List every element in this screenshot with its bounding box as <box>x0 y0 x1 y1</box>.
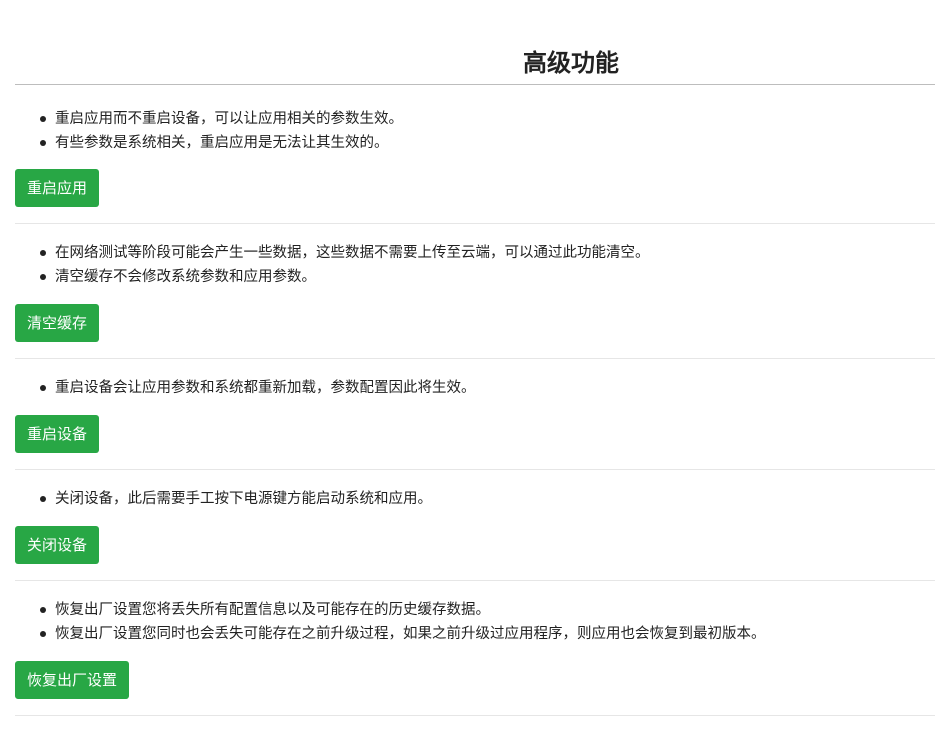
note-text: 重启应用而不重启设备，可以让应用相关的参数生效。 <box>55 111 403 127</box>
note-text: 清空缓存不会修改系统参数和应用参数。 <box>55 269 316 285</box>
note-text: 有些参数是系统相关，重启应用是无法让其生效的。 <box>55 135 389 151</box>
note-text: 关闭设备，此后需要手工按下电源键方能启动系统和应用。 <box>55 491 432 507</box>
bullet-icon <box>40 116 46 122</box>
bullet-icon <box>40 496 46 502</box>
note-text: 恢复出厂设置您同时也会丢失可能存在之前升级过程，如果之前升级过应用程序，则应用也… <box>55 626 766 642</box>
section-restart-app: 重启应用而不重启设备，可以让应用相关的参数生效。 有些参数是系统相关，重启应用是… <box>15 85 935 224</box>
section-shutdown-device: 关闭设备，此后需要手工按下电源键方能启动系统和应用。 关闭设备 <box>15 470 935 581</box>
shutdown-device-button[interactable]: 关闭设备 <box>15 526 100 564</box>
bullet-icon <box>40 250 46 256</box>
note-text: 在网络测试等阶段可能会产生一些数据，这些数据不需要上传至云端，可以通过此功能清空… <box>55 245 650 261</box>
list-item: 清空缓存不会修改系统参数和应用参数。 <box>39 265 650 289</box>
note-text: 恢复出厂设置您将丢失所有配置信息以及可能存在的历史缓存数据。 <box>55 602 490 618</box>
section-restart-app-notes: 重启应用而不重启设备，可以让应用相关的参数生效。 有些参数是系统相关，重启应用是… <box>39 107 403 155</box>
note-text: 重启设备会让应用参数和系统都重新加载，参数配置因此将生效。 <box>55 380 476 396</box>
bullet-icon <box>40 631 46 637</box>
bullet-icon <box>40 140 46 146</box>
section-shutdown-device-notes: 关闭设备，此后需要手工按下电源键方能启动系统和应用。 <box>39 487 432 511</box>
advanced-functions-page: 高级功能 重启应用而不重启设备，可以让应用相关的参数生效。 有些参数是系统相关，… <box>0 0 935 747</box>
bullet-icon <box>40 607 46 613</box>
restart-device-button[interactable]: 重启设备 <box>15 415 100 453</box>
list-item: 恢复出厂设置您将丢失所有配置信息以及可能存在的历史缓存数据。 <box>39 598 766 622</box>
list-item: 重启设备会让应用参数和系统都重新加载，参数配置因此将生效。 <box>39 376 476 400</box>
section-factory-reset-notes: 恢复出厂设置您将丢失所有配置信息以及可能存在的历史缓存数据。 恢复出厂设置您同时… <box>39 598 766 646</box>
list-item: 恢复出厂设置您同时也会丢失可能存在之前升级过程，如果之前升级过应用程序，则应用也… <box>39 622 766 646</box>
page-title: 高级功能 <box>523 49 619 77</box>
bullet-icon <box>40 385 46 391</box>
page-header: 高级功能 <box>15 0 935 85</box>
list-item: 重启应用而不重启设备，可以让应用相关的参数生效。 <box>39 107 403 131</box>
section-restart-device-notes: 重启设备会让应用参数和系统都重新加载，参数配置因此将生效。 <box>39 376 476 400</box>
factory-reset-button[interactable]: 恢复出厂设置 <box>15 661 130 699</box>
section-clear-cache-notes: 在网络测试等阶段可能会产生一些数据，这些数据不需要上传至云端，可以通过此功能清空… <box>39 241 650 289</box>
list-item: 在网络测试等阶段可能会产生一些数据，这些数据不需要上传至云端，可以通过此功能清空… <box>39 241 650 265</box>
bullet-icon <box>40 274 46 280</box>
clear-cache-button[interactable]: 清空缓存 <box>15 304 100 342</box>
section-restart-device: 重启设备会让应用参数和系统都重新加载，参数配置因此将生效。 重启设备 <box>15 359 935 470</box>
list-item: 有些参数是系统相关，重启应用是无法让其生效的。 <box>39 131 403 155</box>
section-factory-reset: 恢复出厂设置您将丢失所有配置信息以及可能存在的历史缓存数据。 恢复出厂设置您同时… <box>15 581 935 716</box>
list-item: 关闭设备，此后需要手工按下电源键方能启动系统和应用。 <box>39 487 432 511</box>
section-clear-cache: 在网络测试等阶段可能会产生一些数据，这些数据不需要上传至云端，可以通过此功能清空… <box>15 224 935 359</box>
restart-app-button[interactable]: 重启应用 <box>15 169 100 207</box>
